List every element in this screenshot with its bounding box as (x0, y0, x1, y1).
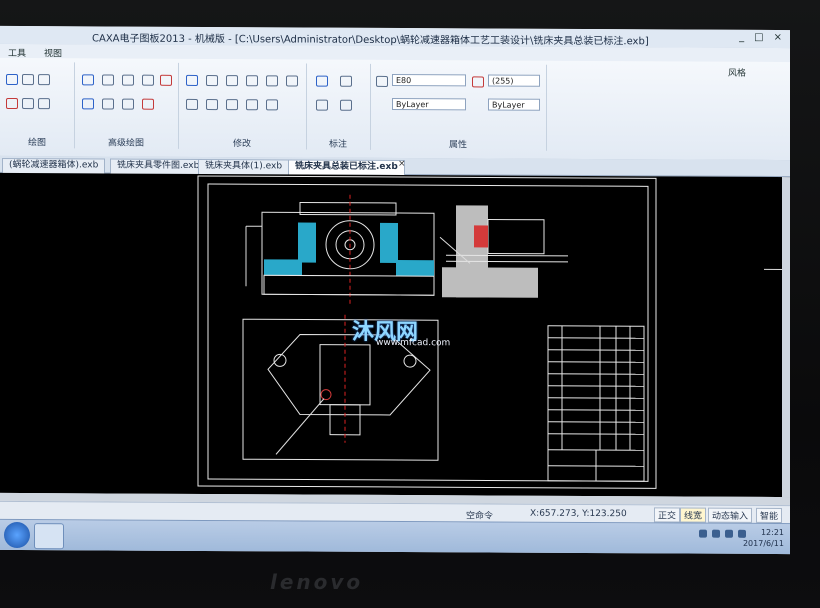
polyline-tool-icon[interactable] (38, 98, 50, 110)
ribbon-group-properties: E80 (255) ByLayer ByLayer 属性 (370, 63, 547, 151)
array-tool-icon[interactable] (286, 75, 298, 87)
layer-icon[interactable] (376, 75, 388, 87)
style-label[interactable]: 风格 (728, 66, 746, 79)
mirror-tool-icon[interactable] (226, 75, 238, 87)
front-view (245, 194, 435, 305)
network-icon[interactable] (699, 529, 707, 538)
watermark-url: www.mfcad.com (376, 337, 451, 349)
rect-tool-icon[interactable] (22, 74, 34, 86)
ribbon-group-label: 属性 (448, 140, 467, 151)
tab-doc-3[interactable]: 铣床夹具体(1).exb (198, 158, 290, 175)
line-tool-icon[interactable] (38, 74, 50, 86)
close-button[interactable]: × (774, 32, 782, 43)
chamfer-tool-icon[interactable] (246, 99, 258, 111)
coordinate-readout: X:657.273, Y:123.250 (530, 508, 627, 520)
dynamic-input-toggle[interactable]: 动态输入 (708, 507, 753, 523)
minimize-button[interactable]: _ (739, 32, 744, 43)
tab-doc-4[interactable]: 铣床夹具总装已标注.exb (288, 159, 405, 176)
side-view (439, 205, 568, 298)
ellipse-tool-icon[interactable] (102, 74, 114, 86)
maximize-button[interactable]: □ (754, 32, 763, 43)
app-window: CAXA电子图板2013 - 机械版 - [C:\Users\Administr… (0, 25, 790, 555)
ortho-toggle[interactable]: 正交 (654, 507, 681, 523)
command-status: 空命令 (466, 511, 494, 522)
battery-icon[interactable] (725, 529, 733, 538)
scale-tool-icon[interactable] (246, 75, 258, 87)
inner-frame (207, 183, 649, 482)
ribbon: 绘图 高级绘图 修改 标注 E80 (255) ByLayer ByLayer … (0, 57, 790, 162)
close-tab-icon[interactable]: × (398, 159, 406, 169)
layer-select[interactable]: E80 (392, 73, 466, 87)
ribbon-group-label: 绘图 (27, 138, 46, 149)
clock-time: 12:21 (760, 527, 784, 538)
pen-tool-icon[interactable] (122, 98, 134, 110)
tab-doc-1[interactable]: (蜗轮减速器箱体).exb (2, 157, 106, 174)
rotate-tool-icon[interactable] (266, 75, 278, 87)
move-tool-icon[interactable] (206, 75, 218, 87)
linewidth-toggle[interactable]: 线宽 (680, 507, 707, 523)
parts-list (547, 325, 645, 482)
dimension-tool-icon[interactable] (316, 75, 328, 87)
trim-tool-icon[interactable] (186, 98, 198, 110)
fillet-tool-icon[interactable] (226, 99, 238, 111)
ribbon-group-advanced: 高级绘图 (74, 62, 179, 149)
taskbar-clock[interactable]: 12:21 2017/6/11 (743, 527, 784, 549)
circle-tool-icon[interactable] (142, 74, 154, 86)
ribbon-group-label: 高级绘图 (107, 138, 144, 149)
caxa-taskbar-app[interactable] (34, 523, 64, 550)
erase-tool-icon[interactable] (186, 74, 198, 86)
smart-toggle[interactable]: 智能 (756, 507, 783, 524)
color-wheel-icon[interactable] (472, 76, 484, 88)
gear-tool-icon[interactable] (82, 98, 94, 110)
break-tool-icon[interactable] (266, 99, 278, 111)
outer-frame (197, 175, 657, 489)
start-button[interactable] (4, 521, 30, 549)
cursor-crosshair (764, 268, 784, 271)
tab-doc-2[interactable]: 铣床夹具零件图.exb (110, 158, 207, 175)
clock-date: 2017/6/11 (742, 538, 784, 549)
monitor-brand-logo: lenovo (270, 570, 364, 594)
arc-tool-icon[interactable] (6, 73, 18, 86)
leader-tool-icon[interactable] (316, 99, 328, 111)
ribbon-group-draw: 绘图 (0, 61, 75, 149)
vertical-scrollbar[interactable] (782, 177, 790, 498)
polygon-tool-icon[interactable] (122, 74, 134, 86)
spline-tool-icon[interactable] (82, 74, 94, 86)
table-tool-icon[interactable] (340, 99, 352, 111)
ribbon-group-label: 标注 (328, 139, 347, 150)
lineweight-select[interactable]: ByLayer (488, 98, 540, 111)
system-tray (699, 529, 746, 538)
linetype-select[interactable]: ByLayer (392, 97, 466, 111)
volume-icon[interactable] (712, 529, 720, 538)
color-select[interactable]: (255) (488, 74, 540, 87)
wave-tool-icon[interactable] (102, 98, 114, 110)
point-tool-icon[interactable] (6, 97, 18, 110)
fill-tool-icon[interactable] (142, 98, 154, 110)
ribbon-group-label: 修改 (232, 139, 251, 150)
star-tool-icon[interactable] (160, 74, 172, 86)
ribbon-group-dimension: 标注 (306, 63, 371, 150)
window-controls: _ □ × (739, 32, 782, 43)
extend-tool-icon[interactable] (206, 99, 218, 111)
taskbar: 12:21 2017/6/11 (0, 518, 790, 555)
text-tool-icon[interactable] (340, 75, 352, 87)
ribbon-group-modify: 修改 (178, 62, 307, 150)
hatch-tool-icon[interactable] (22, 98, 34, 110)
